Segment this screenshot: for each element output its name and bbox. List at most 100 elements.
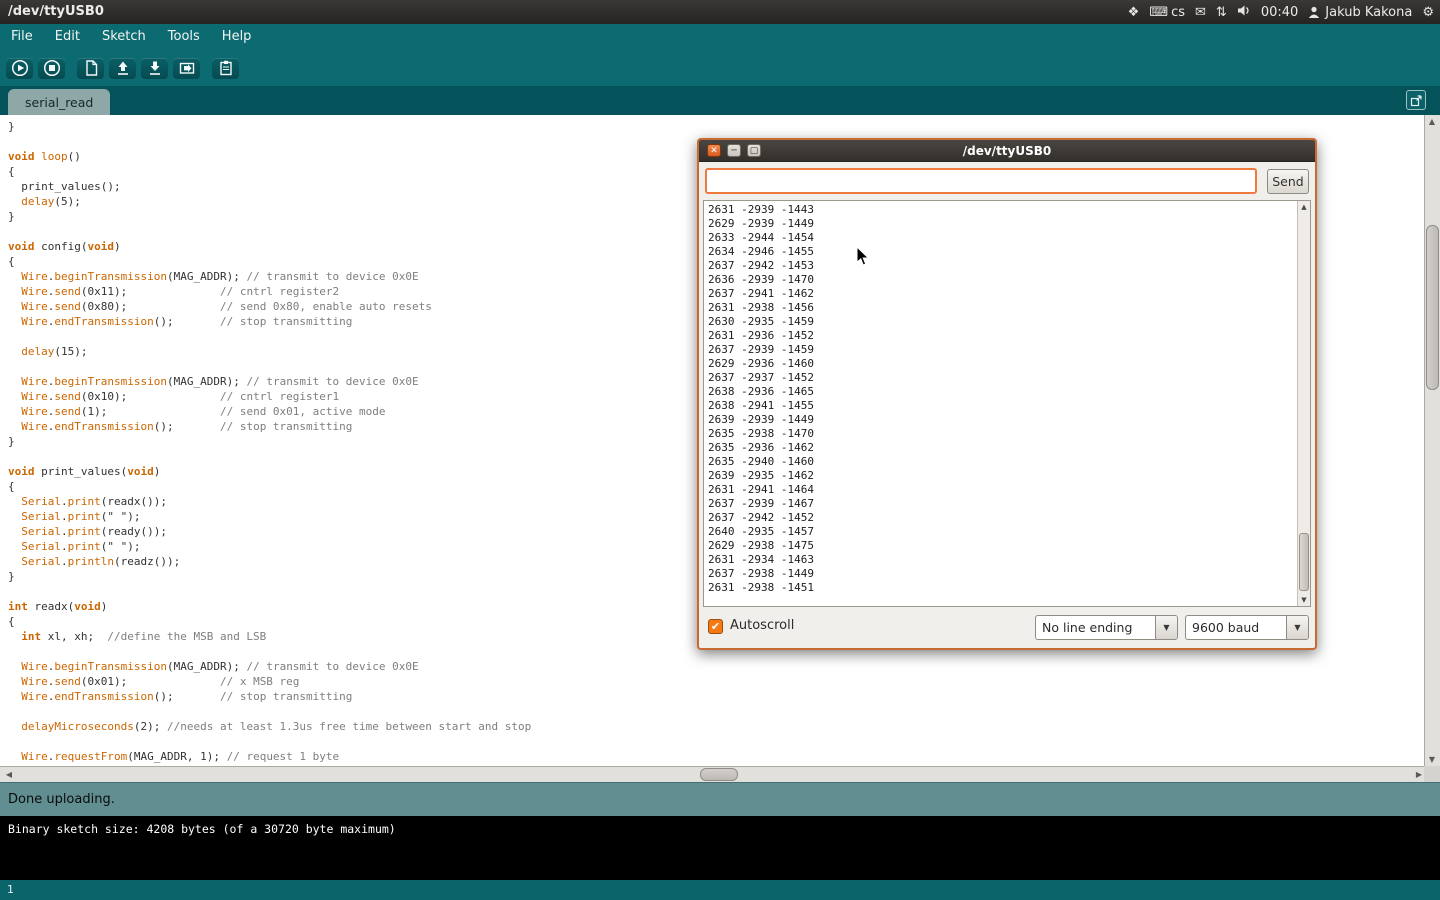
indicator-misc-icon[interactable]: ❖ [1128,5,1140,20]
new-document-icon [81,58,101,78]
serial-line: 2638 -2941 -1455 [708,399,814,413]
line-ending-value: No line ending [1036,616,1155,639]
menu-help[interactable]: Help [211,24,263,50]
new-sketch-button[interactable] [77,58,104,79]
menu-tools[interactable]: Tools [157,24,211,50]
serial-line: 2630 -2935 -1459 [708,315,814,329]
serial-line: 2631 -2936 -1452 [708,329,814,343]
serial-monitor-title: /dev/ttyUSB0 [963,144,1052,158]
serial-line: 2631 -2934 -1463 [708,553,814,567]
keyboard-layout-label: cs [1171,5,1185,20]
tab-serial-read[interactable]: serial_read [8,89,110,115]
network-icon[interactable]: ⇅ [1216,5,1227,20]
serial-line: 2637 -2938 -1449 [708,567,814,581]
scroll-down-icon[interactable]: ▼ [1425,755,1439,764]
open-sketch-button[interactable] [109,58,136,79]
user-name: Jakub Kakona [1325,5,1412,20]
scroll-up-icon[interactable]: ▲ [1425,117,1439,126]
toolbar [0,50,1440,86]
close-icon[interactable]: ✕ [707,144,721,157]
code-line: Wire.beginTransmission(MAG_ADDR); // tra… [8,659,1424,674]
top-panel: /dev/ttyUSB0 ❖ ⌨ cs ✉ ⇅ 00:40 Jakub Kako… [0,0,1440,24]
verify-button[interactable] [6,58,33,79]
chevron-down-icon[interactable]: ▼ [1155,616,1177,639]
serial-line: 2637 -2939 -1459 [708,343,814,357]
verify-play-icon [10,58,30,78]
arrow-down-icon [145,58,165,78]
serial-scrollbar-thumb[interactable] [1299,533,1309,591]
tab-menu-icon [1410,94,1423,107]
clock[interactable]: 00:40 [1261,5,1298,20]
send-button-label: Send [1272,174,1303,189]
autoscroll-checkbox[interactable]: ✔ [708,619,723,634]
serial-output-scrollbar[interactable]: ▲ ▼ [1297,201,1310,606]
system-tray: ❖ ⌨ cs ✉ ⇅ 00:40 Jakub Kakona ⚙ [1128,0,1434,24]
maximize-icon[interactable]: ▢ [747,144,761,157]
console-text: Binary sketch size: 4208 bytes (of a 307… [8,822,396,836]
serial-input-field[interactable] [705,168,1257,194]
serial-line: 2631 -2938 -1451 [708,581,814,595]
session-gear-icon[interactable]: ⚙ [1422,5,1434,20]
build-console: Binary sketch size: 4208 bytes (of a 307… [0,816,1440,880]
serial-line: 2637 -2937 -1452 [708,371,814,385]
menu-sketch[interactable]: Sketch [91,24,157,50]
keyboard-icon: ⌨ [1149,5,1168,20]
current-line-number: 1 [7,883,14,896]
menu-file[interactable]: File [0,24,44,50]
scroll-right-icon[interactable]: ▶ [1416,770,1422,779]
serial-output-lines: 2631 -2939 -14432629 -2939 -14492633 -29… [708,203,814,595]
serial-line: 2637 -2939 -1467 [708,497,814,511]
user-icon [1308,6,1320,19]
menubar-items: FileEditSketchToolsHelp [0,24,1440,50]
tab-label: serial_read [25,95,93,110]
code-line [8,704,1424,719]
window-controls: ✕ ─ ▢ [707,144,761,157]
upload-button[interactable] [173,58,200,79]
serial-output-area[interactable]: 2631 -2939 -14432629 -2939 -14492633 -29… [703,200,1311,607]
vertical-scrollbar-thumb[interactable] [1426,225,1439,390]
baud-rate-value: 9600 baud [1186,616,1286,639]
serial-monitor-window: ✕ ─ ▢ /dev/ttyUSB0 Send 2631 -2939 -1443… [697,138,1317,650]
line-ending-select[interactable]: No line ending ▼ [1035,615,1178,640]
minimize-icon[interactable]: ─ [727,144,741,157]
chevron-down-icon[interactable]: ▼ [1286,616,1308,639]
send-button[interactable]: Send [1267,169,1309,194]
code-line: Wire.send(0x01); // x MSB reg [8,674,1424,689]
scroll-left-icon[interactable]: ◀ [2,770,16,779]
baud-rate-select[interactable]: 9600 baud ▼ [1185,615,1309,640]
serial-monitor-icon [216,58,236,78]
serial-monitor-content: Send 2631 -2939 -14432629 -2939 -1449263… [699,162,1315,648]
status-bar: Done uploading. [0,782,1440,816]
serial-line: 2637 -2942 -1452 [708,511,814,525]
tab-menu-button[interactable] [1406,90,1426,110]
volume-icon[interactable] [1237,4,1251,21]
serial-line: 2638 -2936 -1465 [708,385,814,399]
code-line: Wire.requestFrom(MAG_ADDR, 1); // reques… [8,749,1424,764]
line-number-strip: 1 [0,880,1440,900]
stop-square-icon [42,58,62,78]
serial-line: 2635 -2936 -1462 [708,441,814,455]
mail-icon[interactable]: ✉ [1195,5,1206,20]
serial-line: 2629 -2936 -1460 [708,357,814,371]
editor-vertical-scrollbar[interactable]: ▲ ▼ [1424,115,1440,766]
serial-line: 2635 -2940 -1460 [708,455,814,469]
serial-line: 2633 -2944 -1454 [708,231,814,245]
editor-horizontal-scrollbar[interactable]: ◀ ▶ [0,766,1424,782]
menu-edit[interactable]: Edit [44,24,91,50]
serial-line: 2631 -2941 -1464 [708,483,814,497]
serial-monitor-titlebar[interactable]: ✕ ─ ▢ /dev/ttyUSB0 [699,140,1315,162]
serial-monitor-button[interactable] [212,58,239,79]
tab-strip: serial_read [0,86,1440,115]
keyboard-layout-indicator[interactable]: ⌨ cs [1149,5,1185,20]
code-line: Wire.endTransmission(); // stop transmit… [8,689,1424,704]
scroll-down-icon[interactable]: ▼ [1298,596,1310,604]
user-menu[interactable]: Jakub Kakona [1308,5,1412,20]
serial-line: 2631 -2938 -1456 [708,301,814,315]
save-sketch-button[interactable] [141,58,168,79]
stop-button[interactable] [38,58,65,79]
scroll-up-icon[interactable]: ▲ [1298,203,1310,211]
upload-box-arrow-icon [177,58,197,78]
serial-line: 2629 -2938 -1475 [708,539,814,553]
serial-line: 2631 -2939 -1443 [708,203,814,217]
horizontal-scrollbar-thumb[interactable] [700,768,738,781]
